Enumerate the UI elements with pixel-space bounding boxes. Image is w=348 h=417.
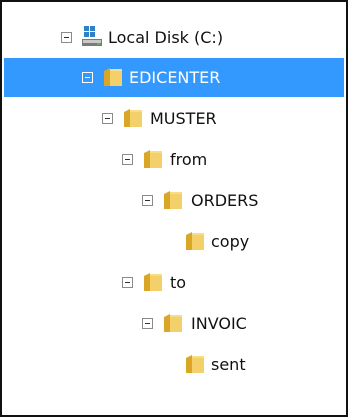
tree-item-local-disk[interactable]: Local Disk (C:) [4,18,344,57]
tree-item-invoic[interactable]: INVOIC [4,304,344,343]
tree-item-label: MUSTER [150,109,217,128]
tree-item-muster[interactable]: MUSTER [4,99,344,138]
folder-icon [164,191,182,209]
collapse-toggle[interactable] [122,154,133,165]
folder-icon [144,273,162,291]
tree-item-sent[interactable]: sent [4,345,344,384]
collapse-toggle[interactable] [82,72,93,83]
collapse-toggle[interactable] [122,277,133,288]
folder-icon [124,109,142,127]
collapse-toggle[interactable] [61,32,72,43]
tree-item-label: INVOIC [191,314,247,333]
tree-item-label: ORDERS [191,191,259,210]
tree-item-label: from [170,150,208,169]
tree-item-label: to [170,273,187,292]
tree-item-edicenter[interactable]: EDICENTER [4,58,344,97]
collapse-toggle[interactable] [142,195,153,206]
folder-icon [164,314,182,332]
tree-item-from[interactable]: from [4,140,344,179]
folder-icon [144,150,162,168]
tree-item-label: sent [211,355,246,374]
tree-item-orders[interactable]: ORDERS [4,181,344,220]
folder-icon [186,355,204,373]
tree-item-copy[interactable]: copy [4,222,344,261]
folder-icon [186,232,204,250]
drive-icon [82,26,102,46]
tree-item-label: copy [211,232,250,251]
tree-item-label: EDICENTER [129,68,221,87]
collapse-toggle[interactable] [142,318,153,329]
folder-tree-panel: Local Disk (C:) EDICENTER MUSTER from OR… [0,0,348,417]
tree-item-to[interactable]: to [4,263,344,302]
tree-item-label: Local Disk (C:) [108,28,224,47]
folder-icon [104,68,122,86]
collapse-toggle[interactable] [102,113,113,124]
